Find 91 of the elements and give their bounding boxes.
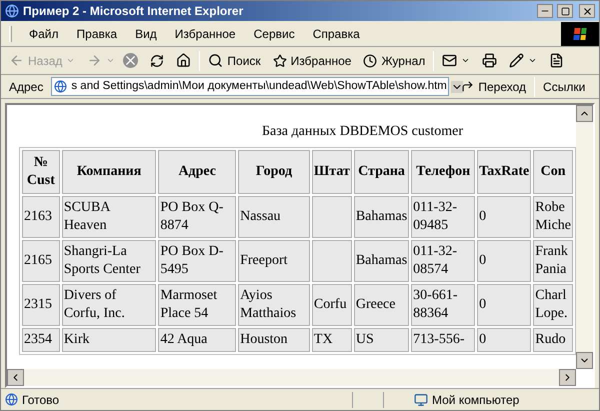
refresh-icon[interactable] (150, 54, 164, 68)
table-cell: PO Box Q-8874 (158, 196, 236, 238)
page-icon (5, 393, 18, 406)
windows-logo-icon (561, 22, 599, 46)
maximize-icon (560, 6, 570, 16)
menu-item[interactable]: Избранное (166, 24, 245, 42)
go-button[interactable]: Переход (461, 78, 526, 96)
table-cell: 0 (477, 328, 532, 352)
column-header: Страна (354, 150, 410, 194)
table-cell: Bahamas (354, 196, 410, 238)
table-cell: 30-661-88364 (411, 284, 476, 326)
table-cell: SCUBA Heaven (62, 196, 156, 238)
vertical-scrollbar[interactable] (576, 105, 593, 369)
browser-icon (5, 4, 19, 18)
document-icon[interactable] (549, 53, 564, 68)
maximize-button[interactable] (557, 4, 573, 18)
mail-icon[interactable] (442, 53, 458, 68)
table-cell: 0 (477, 240, 532, 282)
table-cell: Divers of Corfu, Inc. (62, 284, 156, 326)
clock-icon (363, 54, 378, 68)
table-cell: 2165 (22, 240, 60, 282)
links-label[interactable]: Ссылки (543, 78, 586, 96)
table-cell: Bahamas (354, 240, 410, 282)
minimize-button[interactable] (537, 4, 553, 18)
computer-icon (414, 392, 428, 406)
column-header: Город (238, 150, 310, 194)
table-cell: US (354, 328, 410, 352)
column-header: Штат (312, 150, 352, 194)
table-cell: Greece (354, 284, 410, 326)
table-cell: 0 (477, 196, 532, 238)
close-icon (582, 6, 592, 16)
table-cell: Kirk (62, 328, 156, 352)
column-header: Телефон (411, 150, 476, 194)
column-header: Компания (62, 150, 156, 194)
table-cell: Corfu (312, 284, 352, 326)
address-label: Адрес (8, 78, 44, 96)
table-cell: 42 Aqua (158, 328, 236, 352)
table-cell: TX (312, 328, 352, 352)
caret-icon (106, 56, 116, 65)
page-caption: База данных DBDEMOS customer (261, 123, 464, 141)
dropdown-icon[interactable] (450, 80, 463, 92)
table-cell: 2163 (22, 196, 60, 238)
caret-icon[interactable] (461, 56, 470, 65)
window-title: Пример 2 - Microsoft Internet Explorer (23, 3, 244, 20)
table-cell: Freeport (238, 240, 310, 282)
print-icon[interactable] (482, 53, 498, 68)
go-arrow-icon (461, 80, 474, 93)
menu-item[interactable]: Сервис (244, 24, 304, 42)
table-cell: Nassau (238, 196, 310, 238)
horizontal-scrollbar[interactable] (7, 369, 576, 386)
address-text: s and Settings\admin\Мои документы\undead\Web\ShowTAble\show.htm (71, 78, 447, 94)
home-icon[interactable] (176, 53, 192, 68)
forward-arrow-icon (87, 53, 102, 68)
column-header: № Cust (22, 150, 60, 194)
column-header: Адрес (158, 150, 236, 194)
history-button[interactable]: Журнал (363, 52, 426, 70)
search-icon (208, 53, 224, 68)
table-cell: Houston (238, 328, 310, 352)
page-icon (54, 80, 68, 93)
table-cell: 011-32-08574 (411, 240, 476, 282)
caret-icon[interactable] (528, 56, 538, 65)
menu-item[interactable]: Справка (304, 24, 369, 42)
table-cell: Shangri-La Sports Center (62, 240, 156, 282)
edit-icon[interactable] (509, 53, 524, 68)
caret-icon (66, 56, 76, 65)
table-cell: 2354 (22, 328, 60, 352)
table-cell (312, 196, 352, 238)
search-button[interactable]: Поиск (208, 52, 261, 70)
menu-item[interactable]: Файл (20, 24, 68, 42)
table-cell (312, 240, 352, 282)
table-cell: 2315 (22, 284, 60, 326)
table-cell: Ayios Matthaios (238, 284, 310, 326)
star-icon (272, 54, 287, 68)
status-text: Готово (22, 392, 60, 408)
table-cell: 713-556- (411, 328, 476, 352)
close-button[interactable] (579, 4, 595, 18)
stop-icon[interactable] (123, 53, 138, 68)
zone-text: Мой компьютер (432, 392, 520, 408)
table-cell: 0 (477, 284, 532, 326)
table-cell: Charl Lope. (533, 284, 573, 326)
table-cell: Rudo (533, 328, 573, 352)
menu-item[interactable]: Вид (126, 24, 166, 42)
menu-item[interactable]: Правка (68, 24, 126, 42)
table-cell: Frank Pania (533, 240, 573, 282)
column-header: TaxRate (477, 150, 532, 194)
table-cell: PO Box D-5495 (158, 240, 236, 282)
table-cell: Robe Miche (533, 196, 573, 238)
table-cell: 011-32-09485 (411, 196, 476, 238)
table-cell: Marmoset Place 54 (158, 284, 236, 326)
favorites-button[interactable]: Избранное (272, 52, 352, 70)
column-header: Con (533, 150, 573, 194)
